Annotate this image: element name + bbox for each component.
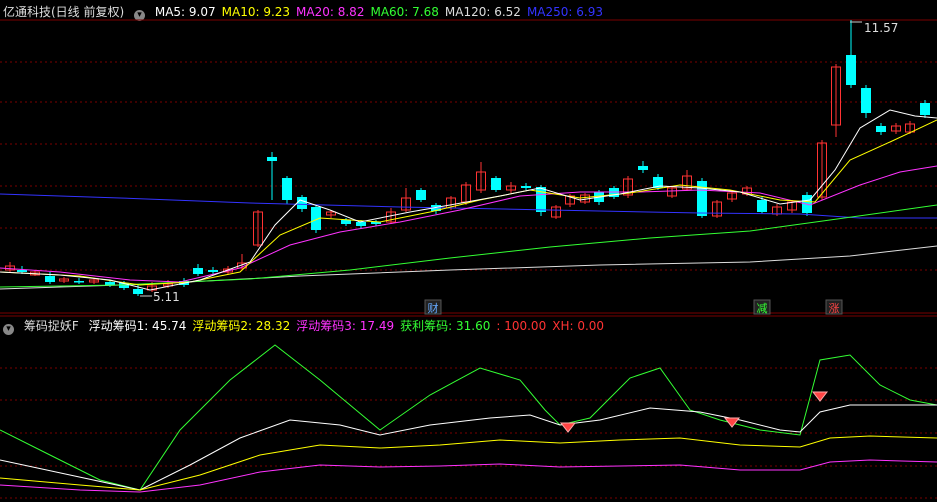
candle-body [697,181,707,216]
candle-body [105,282,115,285]
candle-body [861,88,871,113]
signal-gem-icon [559,422,577,433]
signal-gem-icon [723,417,741,428]
candle-body [491,178,501,190]
candle-body [846,55,856,85]
ma60-line [0,204,937,288]
stock-chart: 11.57 5.11 财 减 涨 [0,19,937,499]
candle-body [757,200,767,212]
indicator-float2-line [0,435,937,491]
ma120-line [0,245,937,290]
event-marker-0: 财 [428,301,439,315]
indicator-float1-line [0,404,937,491]
candle-body [45,276,55,282]
candle-body [133,289,143,294]
candle-body [521,186,531,188]
candle-body [638,166,648,170]
candle-body [282,178,292,200]
candle-body [267,157,277,161]
candle-body [208,270,218,272]
candle-body [297,197,307,209]
candle-body [356,222,366,226]
ma20-line [0,165,937,283]
event-marker-1: 减 [757,302,768,315]
candle-body [920,103,930,115]
candle-body [416,190,426,200]
candle-body [341,220,351,224]
candle-body [74,281,84,283]
candle-body [17,270,27,272]
high-price-label: 11.57 [864,21,898,35]
indicator-float3-line [0,459,937,493]
indicator-profit-line [0,344,937,491]
candle-body [876,126,886,132]
candlestick-series [5,20,930,296]
candle-body [193,268,203,274]
ma5-line [0,109,937,291]
event-marker-2: 涨 [829,302,840,315]
low-price-label: 5.11 [153,290,180,304]
